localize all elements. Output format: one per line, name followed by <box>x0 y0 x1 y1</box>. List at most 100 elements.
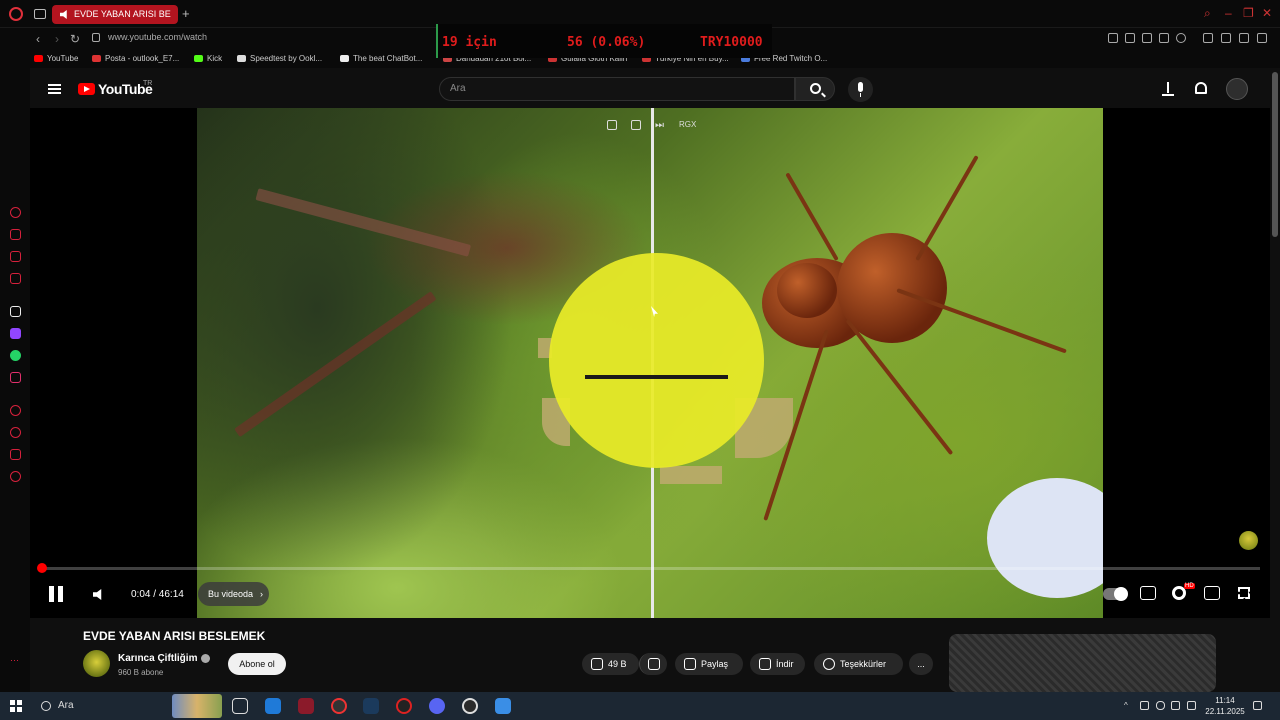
task-view-icon[interactable] <box>232 698 248 714</box>
opera-logo-icon[interactable] <box>9 7 23 21</box>
sidebar-news-icon[interactable] <box>10 273 21 284</box>
download-button[interactable]: İndir <box>750 653 805 675</box>
time-display: 0:04 / 46:14 <box>131 589 184 600</box>
autoplay-toggle[interactable] <box>1103 587 1128 601</box>
steam-app-icon[interactable] <box>363 698 379 714</box>
sidebar-instagram-icon[interactable] <box>10 372 21 383</box>
obs-app-icon[interactable] <box>462 698 478 714</box>
opera-gx-app-icon[interactable] <box>331 698 347 714</box>
bookmark-item[interactable]: Posta - outlook_E7... <box>92 54 179 63</box>
voice-search-icon[interactable] <box>848 77 873 102</box>
subscribe-button[interactable]: Abone ol <box>228 653 286 675</box>
thanks-button[interactable]: Teşekkürler <box>814 653 903 675</box>
extensions-icon[interactable] <box>1203 33 1213 43</box>
skip-next-icon[interactable]: ⏭ <box>655 120 664 131</box>
progress-scrubber[interactable] <box>37 563 47 573</box>
discord-app-icon[interactable] <box>429 698 445 714</box>
bookmark-item[interactable]: Speedtest by Ookl... <box>237 54 322 63</box>
theater-mode-icon[interactable] <box>1204 586 1220 600</box>
bookmark-item[interactable]: Kick <box>194 54 222 63</box>
recommended-video-thumbnail[interactable] <box>949 634 1216 692</box>
tab-youtube-video[interactable]: EVDE YABAN ARISI BE <box>52 5 178 24</box>
create-upload-icon[interactable] <box>1162 80 1174 96</box>
search-icon <box>810 83 821 94</box>
sidebar-history-icon[interactable] <box>10 207 21 218</box>
outlook-app-icon[interactable] <box>265 698 281 714</box>
share-button[interactable]: Paylaş <box>675 653 743 675</box>
app-icon-red[interactable] <box>396 698 412 714</box>
account-avatar[interactable] <box>1226 78 1248 100</box>
download-icon[interactable] <box>1239 33 1249 43</box>
new-tab-button[interactable]: + <box>182 7 190 21</box>
windows-start-icon[interactable] <box>10 700 22 712</box>
overlay-fragment <box>660 466 722 484</box>
snapshot-icon[interactable] <box>1125 33 1135 43</box>
youtube-logo-icon[interactable] <box>78 83 95 95</box>
menu-icon[interactable] <box>48 84 61 94</box>
ticker-amount: TRY10000 <box>700 35 763 50</box>
ticker-change: 56 (0.06%) <box>567 35 646 50</box>
dislike-button[interactable] <box>639 653 667 675</box>
tab-menu-icon[interactable] <box>34 9 46 19</box>
sidebar-more-icon[interactable]: ⋯ <box>10 655 21 666</box>
reload-button[interactable]: ↻ <box>70 31 80 47</box>
tray-volume-icon[interactable] <box>1187 701 1196 710</box>
channel-watermark[interactable] <box>1239 531 1258 550</box>
back-button[interactable]: ‹ <box>36 31 40 47</box>
page-scrollbar[interactable] <box>1272 72 1278 237</box>
sidebar-aria-icon[interactable] <box>10 306 21 317</box>
video-player[interactable]: ⏭ RGX 0:04 / 46:14 Bu videoda › HD <box>30 108 1270 618</box>
opera-app-icon[interactable] <box>298 698 314 714</box>
sidebar-clock-icon[interactable] <box>10 427 21 438</box>
search-tabs-icon[interactable]: ⌕ <box>1204 6 1211 21</box>
sidebar-whatsapp-icon[interactable] <box>10 350 21 361</box>
price-ticker: 19 için 56 (0.06%) TRY10000 <box>436 24 772 58</box>
bookmark-item[interactable]: The beat ChatBot... <box>340 54 422 63</box>
notifications-bell-icon[interactable] <box>1195 82 1207 94</box>
search-button[interactable] <box>795 77 835 101</box>
sidebar-settings-icon[interactable] <box>10 471 21 482</box>
sidebar-player-icon[interactable] <box>10 405 21 416</box>
subtitles-icon[interactable] <box>1140 586 1156 600</box>
bookmark-item[interactable]: YouTube <box>34 54 78 63</box>
play-extension-icon[interactable] <box>1159 33 1169 43</box>
tray-expand-icon[interactable]: ^ <box>1124 701 1133 710</box>
chapter-button[interactable]: Bu videoda › <box>198 582 270 606</box>
channel-name[interactable]: Karınca Çiftliğim <box>118 653 197 664</box>
url-field[interactable]: www.youtube.com/watch <box>108 32 207 42</box>
sidebar-messenger-icon[interactable] <box>10 251 21 262</box>
search-input[interactable]: Ara <box>439 77 795 101</box>
close-window-button[interactable]: ✕ <box>1262 6 1272 20</box>
pause-button[interactable] <box>49 586 63 602</box>
sidebar-twitch-icon[interactable] <box>10 328 21 339</box>
popout-icon[interactable] <box>607 120 617 130</box>
exit-icon[interactable] <box>631 120 641 130</box>
clock-date: 22.11.2025 <box>1205 707 1245 716</box>
pin-extension-icon[interactable] <box>1108 33 1118 43</box>
tray-app-icon[interactable] <box>1140 701 1149 710</box>
easy-setup-icon[interactable] <box>1257 33 1267 43</box>
like-button[interactable]: 49 B <box>582 653 639 675</box>
tab-audio-icon[interactable] <box>60 10 67 19</box>
more-actions-button[interactable]: ... <box>909 653 933 675</box>
heart-icon[interactable] <box>1176 33 1186 43</box>
account-icon[interactable] <box>1221 33 1231 43</box>
taskbar-clock[interactable]: 11:14 22.11.2025 <box>1205 695 1245 717</box>
sidebar-flow-icon[interactable] <box>10 449 21 460</box>
search-highlight-image[interactable] <box>172 694 222 718</box>
overlay-badge[interactable]: RGX <box>679 120 696 129</box>
forward-button[interactable]: › <box>55 31 59 47</box>
fullscreen-icon[interactable] <box>1238 587 1250 599</box>
tray-mic-icon[interactable] <box>1156 701 1165 710</box>
notification-center-icon[interactable] <box>1253 701 1262 710</box>
bookmark-label: YouTube <box>47 54 79 63</box>
restore-button[interactable]: ❐ <box>1243 6 1254 20</box>
app-icon-blue[interactable] <box>495 698 511 714</box>
progress-bar[interactable] <box>37 563 1260 573</box>
tray-network-icon[interactable] <box>1171 701 1180 710</box>
channel-avatar[interactable] <box>83 650 110 677</box>
minimize-button[interactable]: – <box>1225 6 1232 20</box>
sidebar-bag-icon[interactable] <box>10 229 21 240</box>
shield-icon[interactable] <box>1142 33 1152 43</box>
volume-icon[interactable] <box>93 589 102 600</box>
